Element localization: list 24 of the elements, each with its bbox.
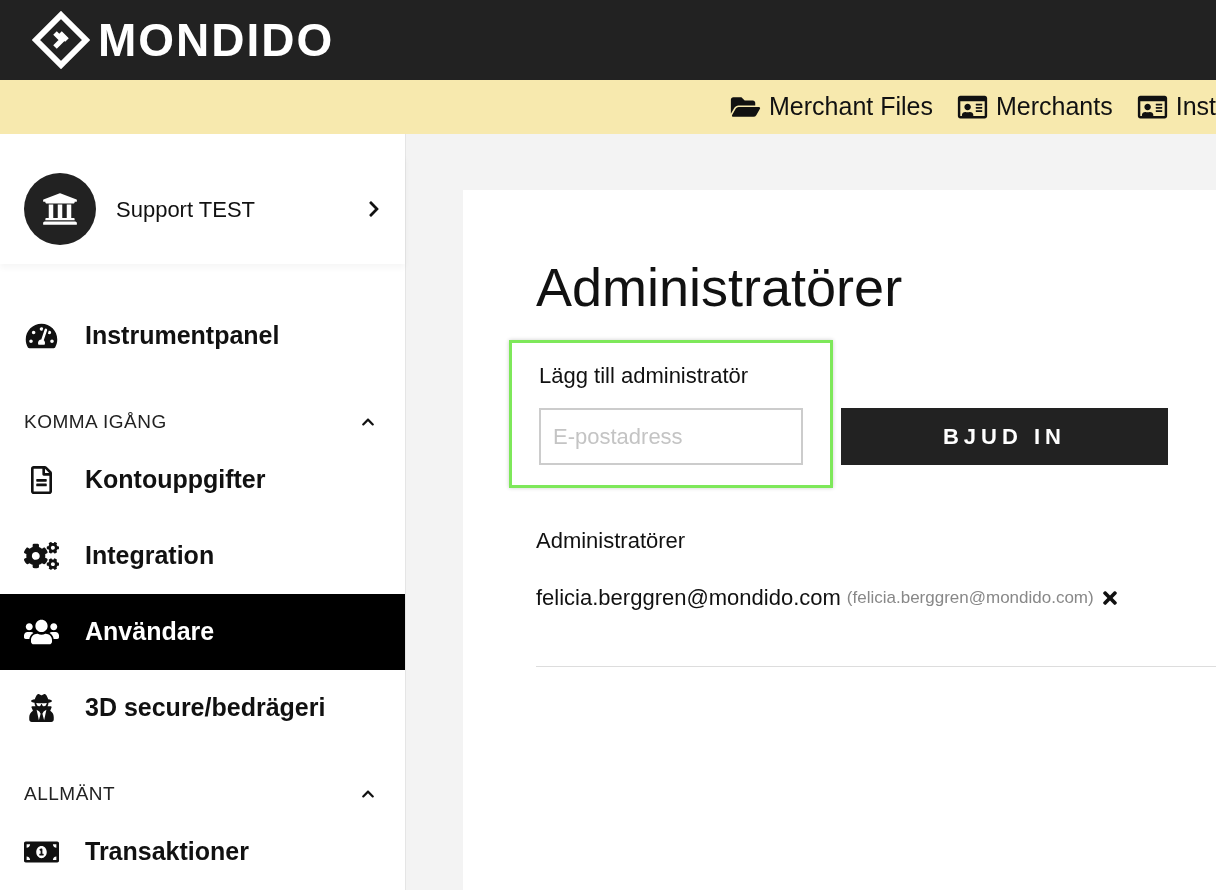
gauge-icon [24,322,59,350]
invite-button[interactable]: BJUD IN [841,408,1168,465]
nav-link[interactable]: Merchants [957,88,1113,126]
id-card-icon [957,94,988,120]
id-card-icon [1136,94,1168,120]
users-icon [24,618,59,646]
folder-icon [730,94,762,120]
field-label: Lägg till administratör [539,362,750,390]
sidebar-item[interactable]: Användare [0,594,405,670]
list-title: Administratörer [536,527,687,555]
brand-name: MONDIDO [98,12,335,68]
chevron-right-icon [367,200,381,218]
bank-icon [42,191,78,227]
gears-icon [24,542,59,570]
logo-icon [32,11,90,69]
email-field[interactable]: E-postadress [539,408,803,465]
page-title: Administratörer [536,260,904,314]
nav-link[interactable]: Merchant Files [730,88,933,126]
section-header[interactable]: KOMMA IGÅNG [0,402,405,442]
admin-name: felicia.berggren@mondido.com [536,584,841,612]
section-header[interactable]: ALLMÄNT [0,774,405,814]
nav-link[interactable]: Inst [1136,88,1216,126]
admin-email: (felicia.berggren@mondido.com) [846,586,1094,609]
account-switcher[interactable]: Support TEST [0,154,405,264]
